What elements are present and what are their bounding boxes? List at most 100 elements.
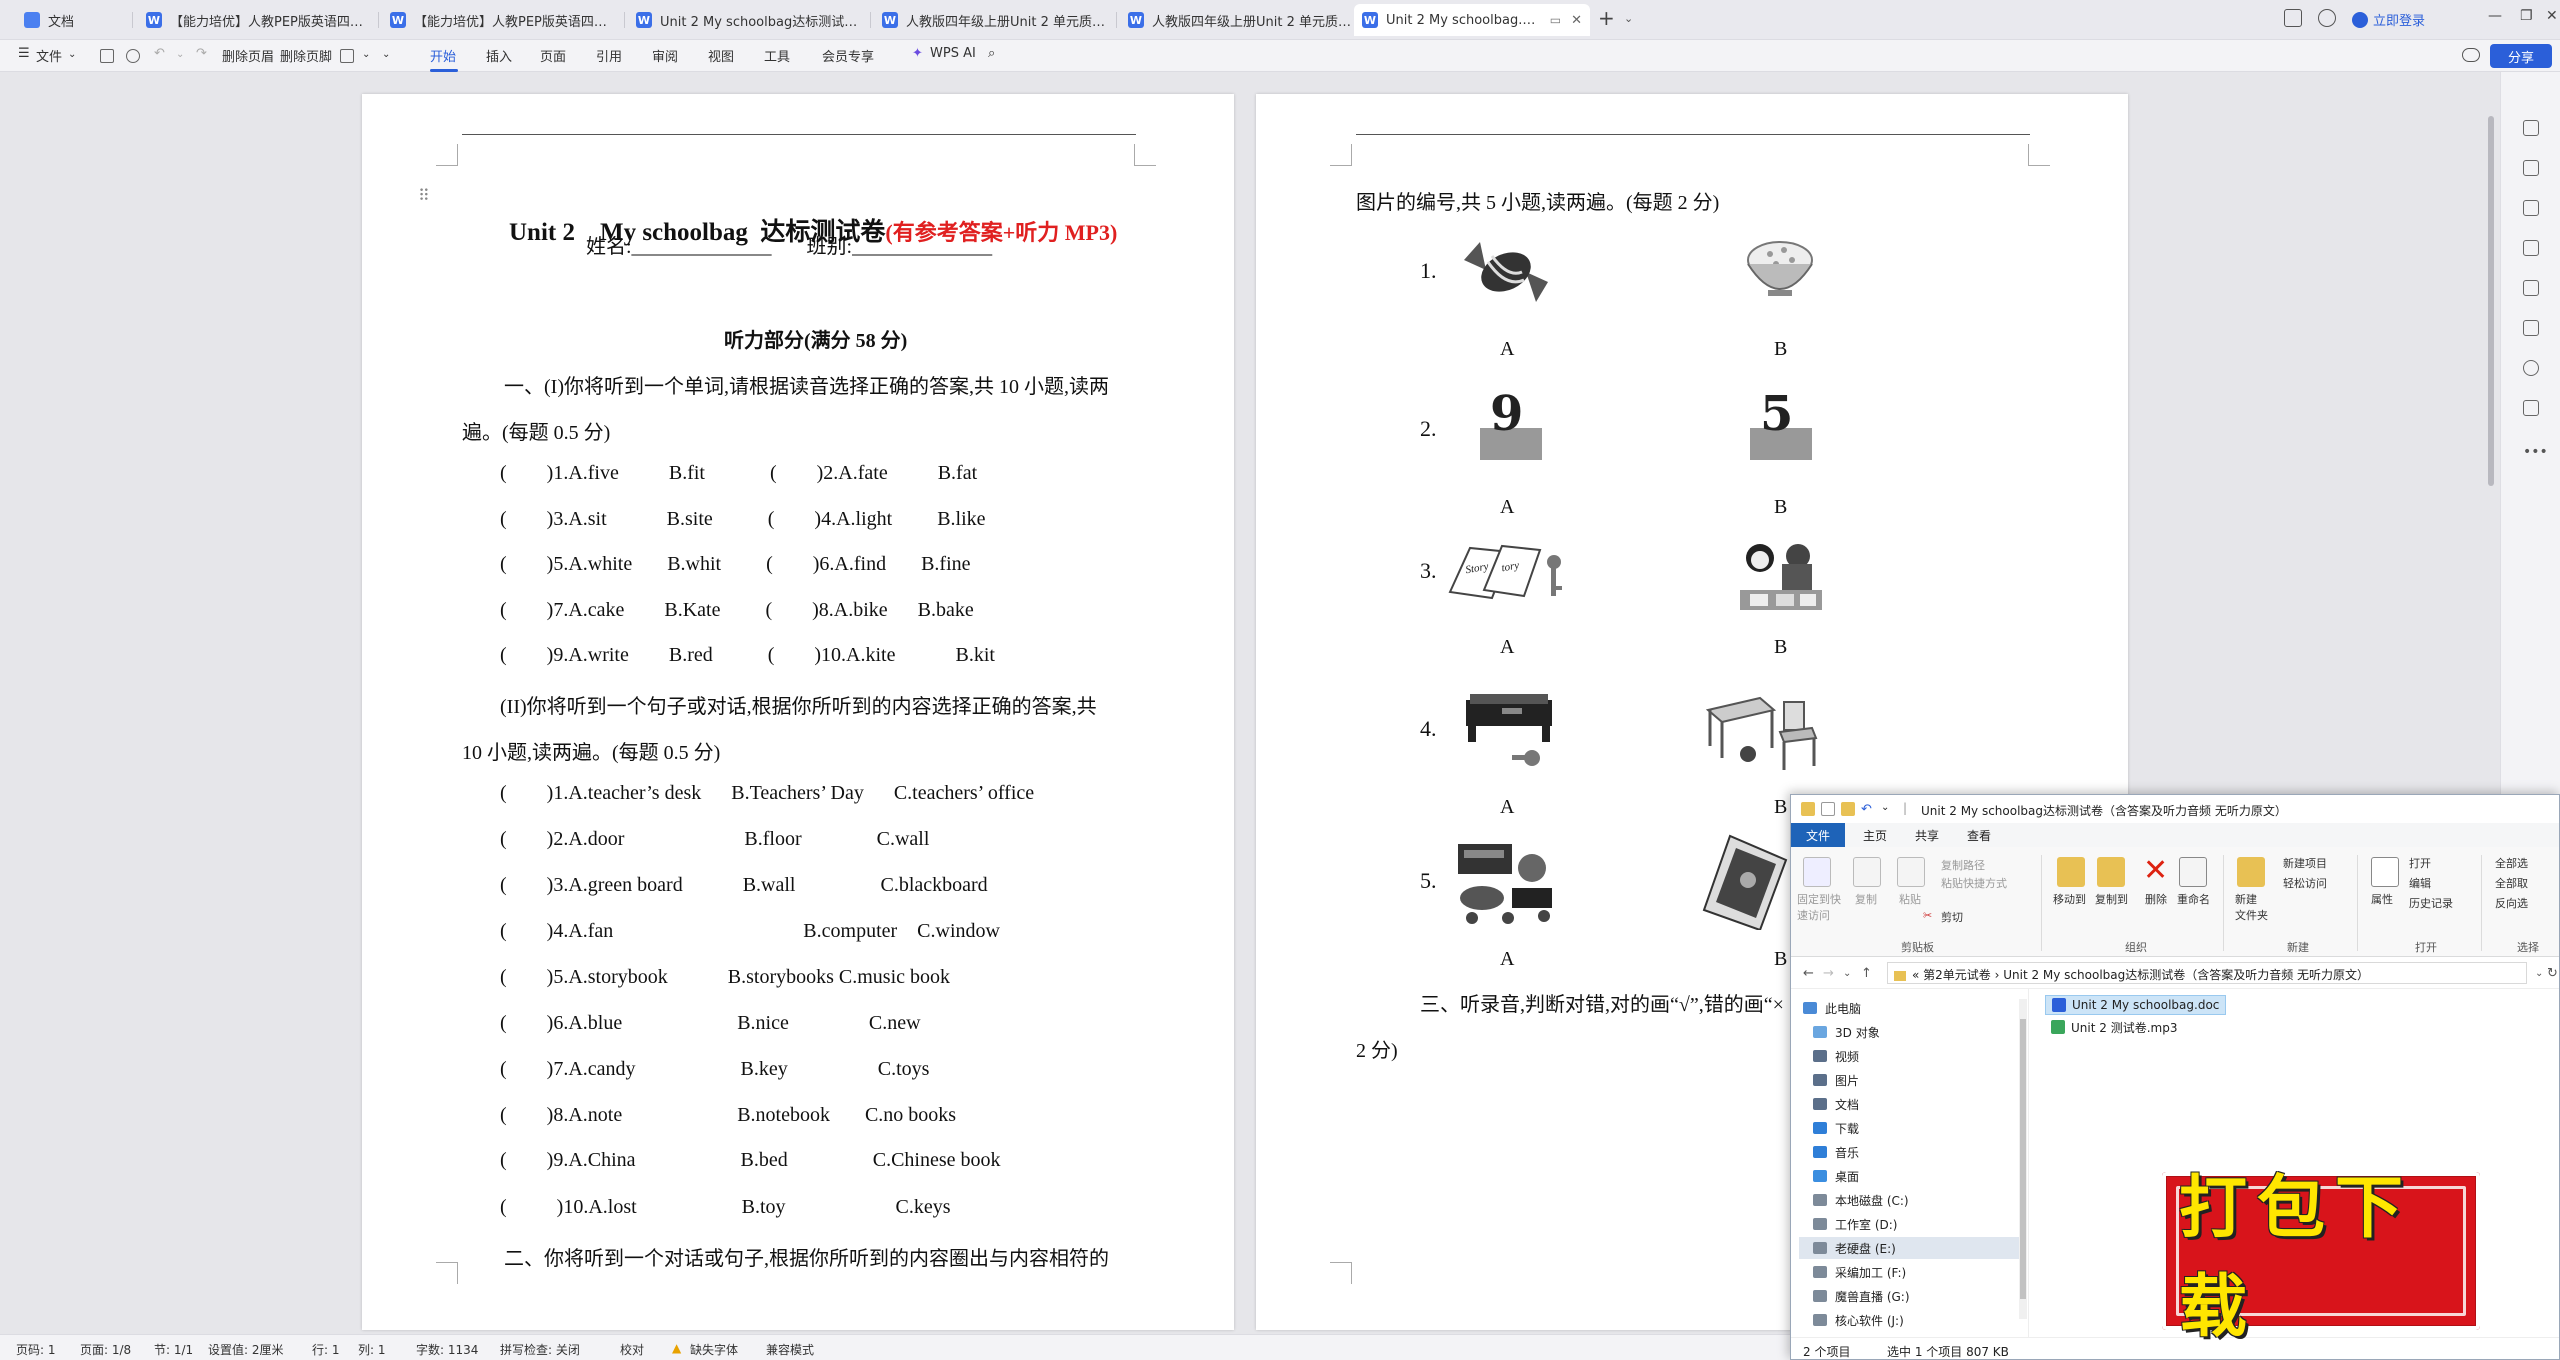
new-tab-button[interactable]: + bbox=[1598, 6, 1615, 30]
nav-item-drive-d[interactable]: 工作室 (D:) bbox=[1813, 1213, 1897, 1235]
more-icon[interactable]: ••• bbox=[2523, 444, 2548, 460]
select-all-button[interactable]: 全部选 bbox=[2495, 855, 2528, 871]
chevron-down-icon[interactable]: ⌄ bbox=[176, 49, 184, 60]
easy-access-button[interactable]: 轻松访问 bbox=[2283, 875, 2327, 891]
tab-document-5[interactable]: W 人教版四年级上册Unit 2 单元质量调 bbox=[1120, 4, 1360, 36]
move-to-button[interactable]: 移动到 bbox=[2053, 891, 2086, 907]
print-icon[interactable] bbox=[126, 49, 140, 63]
minimize-button[interactable]: — bbox=[2488, 8, 2502, 24]
chevron-down-icon[interactable]: ⌄ bbox=[1843, 968, 1851, 979]
undo-icon[interactable]: ↶ bbox=[1861, 802, 1875, 817]
nav-item-downloads[interactable]: 下载 bbox=[1813, 1117, 1859, 1139]
open-button[interactable]: 打开 bbox=[2409, 855, 2431, 871]
new-folder-icon[interactable] bbox=[1841, 802, 1855, 816]
nav-scrollbar-thumb[interactable] bbox=[2020, 1019, 2026, 1299]
new-item-button[interactable]: 新建项目 bbox=[2283, 855, 2327, 871]
pin-quick-access-button[interactable]: 固定到快 速访问 bbox=[1797, 891, 1841, 923]
format-icon[interactable] bbox=[340, 49, 354, 63]
status-word-count[interactable]: 字数: 1134 bbox=[416, 1341, 478, 1358]
chevron-down-icon[interactable]: ⌄ bbox=[2535, 968, 2543, 979]
edit-icon[interactable] bbox=[2523, 160, 2539, 176]
tab-tools[interactable]: 工具 bbox=[764, 46, 790, 65]
paste-button[interactable]: 粘贴 bbox=[1899, 891, 1921, 907]
tools-icon[interactable] bbox=[2523, 320, 2539, 336]
delete-icon[interactable]: ✕ bbox=[2143, 853, 2168, 888]
select-none-button[interactable]: 全部取 bbox=[2495, 875, 2528, 891]
file-item-mp3[interactable]: Unit 2 测试卷.mp3 bbox=[2045, 1017, 2183, 1037]
download-package-badge[interactable]: 打包下载 bbox=[2162, 1168, 2480, 1347]
copy-icon[interactable] bbox=[1853, 857, 1881, 887]
settings-icon[interactable] bbox=[2523, 240, 2539, 256]
undo-icon[interactable]: ↶ bbox=[154, 46, 165, 61]
status-pages[interactable]: 页面: 1/8 bbox=[80, 1341, 131, 1358]
explorer-tab-share[interactable]: 共享 bbox=[1915, 827, 1939, 844]
document-page-1[interactable]: ⠿ Unit 2 My schoolbag 达标测试卷(有参考答案+听力 MP3… bbox=[362, 94, 1234, 1330]
paste-shortcut-button[interactable]: 粘贴快捷方式 bbox=[1941, 875, 2007, 891]
share-button[interactable]: 分享 bbox=[2490, 44, 2552, 68]
status-spellcheck[interactable]: 拼写检查: 关闭 bbox=[500, 1341, 580, 1358]
copy-path-button[interactable]: 复制路径 bbox=[1941, 857, 1985, 873]
explorer-tab-home[interactable]: 主页 bbox=[1863, 827, 1887, 844]
chevron-down-icon[interactable]: ⌄ bbox=[68, 49, 76, 60]
tab-document-4[interactable]: W 人教版四年级上册Unit 2 单元质量调 bbox=[874, 4, 1114, 36]
translate-icon[interactable] bbox=[2523, 280, 2539, 296]
monitor-icon[interactable]: ▭ bbox=[1550, 13, 1561, 27]
explorer-tab-file[interactable]: 文件 bbox=[1791, 823, 1845, 847]
rename-button[interactable]: 重命名 bbox=[2177, 891, 2210, 907]
properties-icon[interactable] bbox=[2371, 857, 2399, 887]
chevron-down-icon[interactable]: ⌄ bbox=[382, 49, 390, 60]
cut-button[interactable]: 剪切 bbox=[1941, 909, 1963, 925]
nav-item-desktop[interactable]: 桌面 bbox=[1813, 1165, 1859, 1187]
file-menu[interactable]: 文件 bbox=[36, 46, 62, 65]
search-icon[interactable]: ⌕ bbox=[988, 46, 995, 61]
tab-document-2[interactable]: W 【能力培优】人教PEP版英语四年级上 bbox=[382, 4, 622, 36]
wps-ai-button[interactable]: WPS AI bbox=[930, 46, 976, 61]
delete-button[interactable]: 删除 bbox=[2145, 891, 2167, 907]
refresh-icon[interactable]: ↻ bbox=[2547, 966, 2558, 981]
up-button[interactable]: ↑ bbox=[1861, 966, 1872, 981]
tab-member[interactable]: 会员专享 bbox=[822, 46, 874, 65]
nav-item-drive-c[interactable]: 本地磁盘 (C:) bbox=[1813, 1189, 1909, 1211]
history-button[interactable]: 历史记录 bbox=[2409, 895, 2453, 911]
delete-footer-button[interactable]: 删除页脚 bbox=[280, 46, 332, 65]
forward-button[interactable]: → bbox=[1823, 966, 1834, 981]
move-to-icon[interactable] bbox=[2057, 857, 2085, 887]
login-button[interactable]: 立即登录 bbox=[2352, 10, 2425, 29]
nav-item-drive-e[interactable]: 老硬盘 (E:) bbox=[1799, 1237, 2019, 1259]
save-icon[interactable] bbox=[100, 49, 114, 63]
help-icon[interactable] bbox=[2523, 360, 2539, 376]
new-folder-button[interactable]: 新建 文件夹 bbox=[2235, 891, 2268, 923]
chevron-down-icon[interactable]: ⌄ bbox=[1624, 12, 1633, 25]
window-layout-icon[interactable] bbox=[2284, 9, 2302, 27]
delete-header-button[interactable]: 删除页眉 bbox=[222, 46, 274, 65]
cube-icon[interactable] bbox=[2318, 9, 2336, 27]
nav-item-music[interactable]: 音乐 bbox=[1813, 1141, 1859, 1163]
copy-button[interactable]: 复制 bbox=[1855, 891, 1877, 907]
nav-item-pictures[interactable]: 图片 bbox=[1813, 1069, 1859, 1091]
invert-selection-button[interactable]: 反向选 bbox=[2495, 895, 2528, 911]
tab-document-active[interactable]: W Unit 2 My schoolbag.doc ▭ ✕ bbox=[1354, 4, 1590, 36]
copy-to-icon[interactable] bbox=[2097, 857, 2125, 887]
properties-icon[interactable] bbox=[1821, 802, 1835, 816]
nav-item-this-pc[interactable]: 此电脑 bbox=[1803, 997, 1861, 1019]
tab-references[interactable]: 引用 bbox=[596, 46, 622, 65]
status-missing-font[interactable]: 缺失字体 bbox=[690, 1341, 738, 1358]
tab-document-3[interactable]: W Unit 2 My schoolbag达标测试卷+ bbox=[628, 4, 868, 36]
tab-insert[interactable]: 插入 bbox=[486, 46, 512, 65]
address-bar[interactable]: « 第2单元试卷 › Unit 2 My schoolbag达标测试卷（含答案及… bbox=[1887, 962, 2527, 984]
new-folder-icon[interactable] bbox=[2237, 857, 2265, 887]
properties-button[interactable]: 属性 bbox=[2371, 891, 2393, 907]
nav-item-videos[interactable]: 视频 bbox=[1813, 1045, 1859, 1067]
cloud-sync-icon[interactable] bbox=[2462, 48, 2480, 62]
edit-button[interactable]: 编辑 bbox=[2409, 875, 2431, 891]
pin-icon[interactable] bbox=[1803, 857, 1831, 887]
restore-button[interactable]: ❐ bbox=[2520, 8, 2533, 24]
nav-item-drive-g[interactable]: 魔兽直播 (G:) bbox=[1813, 1285, 1910, 1307]
rename-icon[interactable] bbox=[2179, 857, 2207, 887]
chevron-down-icon[interactable]: ⌄ bbox=[362, 49, 370, 60]
shirt-icon[interactable] bbox=[2523, 400, 2539, 416]
nav-item-drive-j[interactable]: 核心软件 (J:) bbox=[1813, 1309, 1904, 1331]
tab-start[interactable]: 开始 bbox=[430, 46, 456, 65]
tab-home[interactable]: 文档 bbox=[16, 4, 136, 36]
explorer-tab-view[interactable]: 查看 bbox=[1967, 827, 1991, 844]
